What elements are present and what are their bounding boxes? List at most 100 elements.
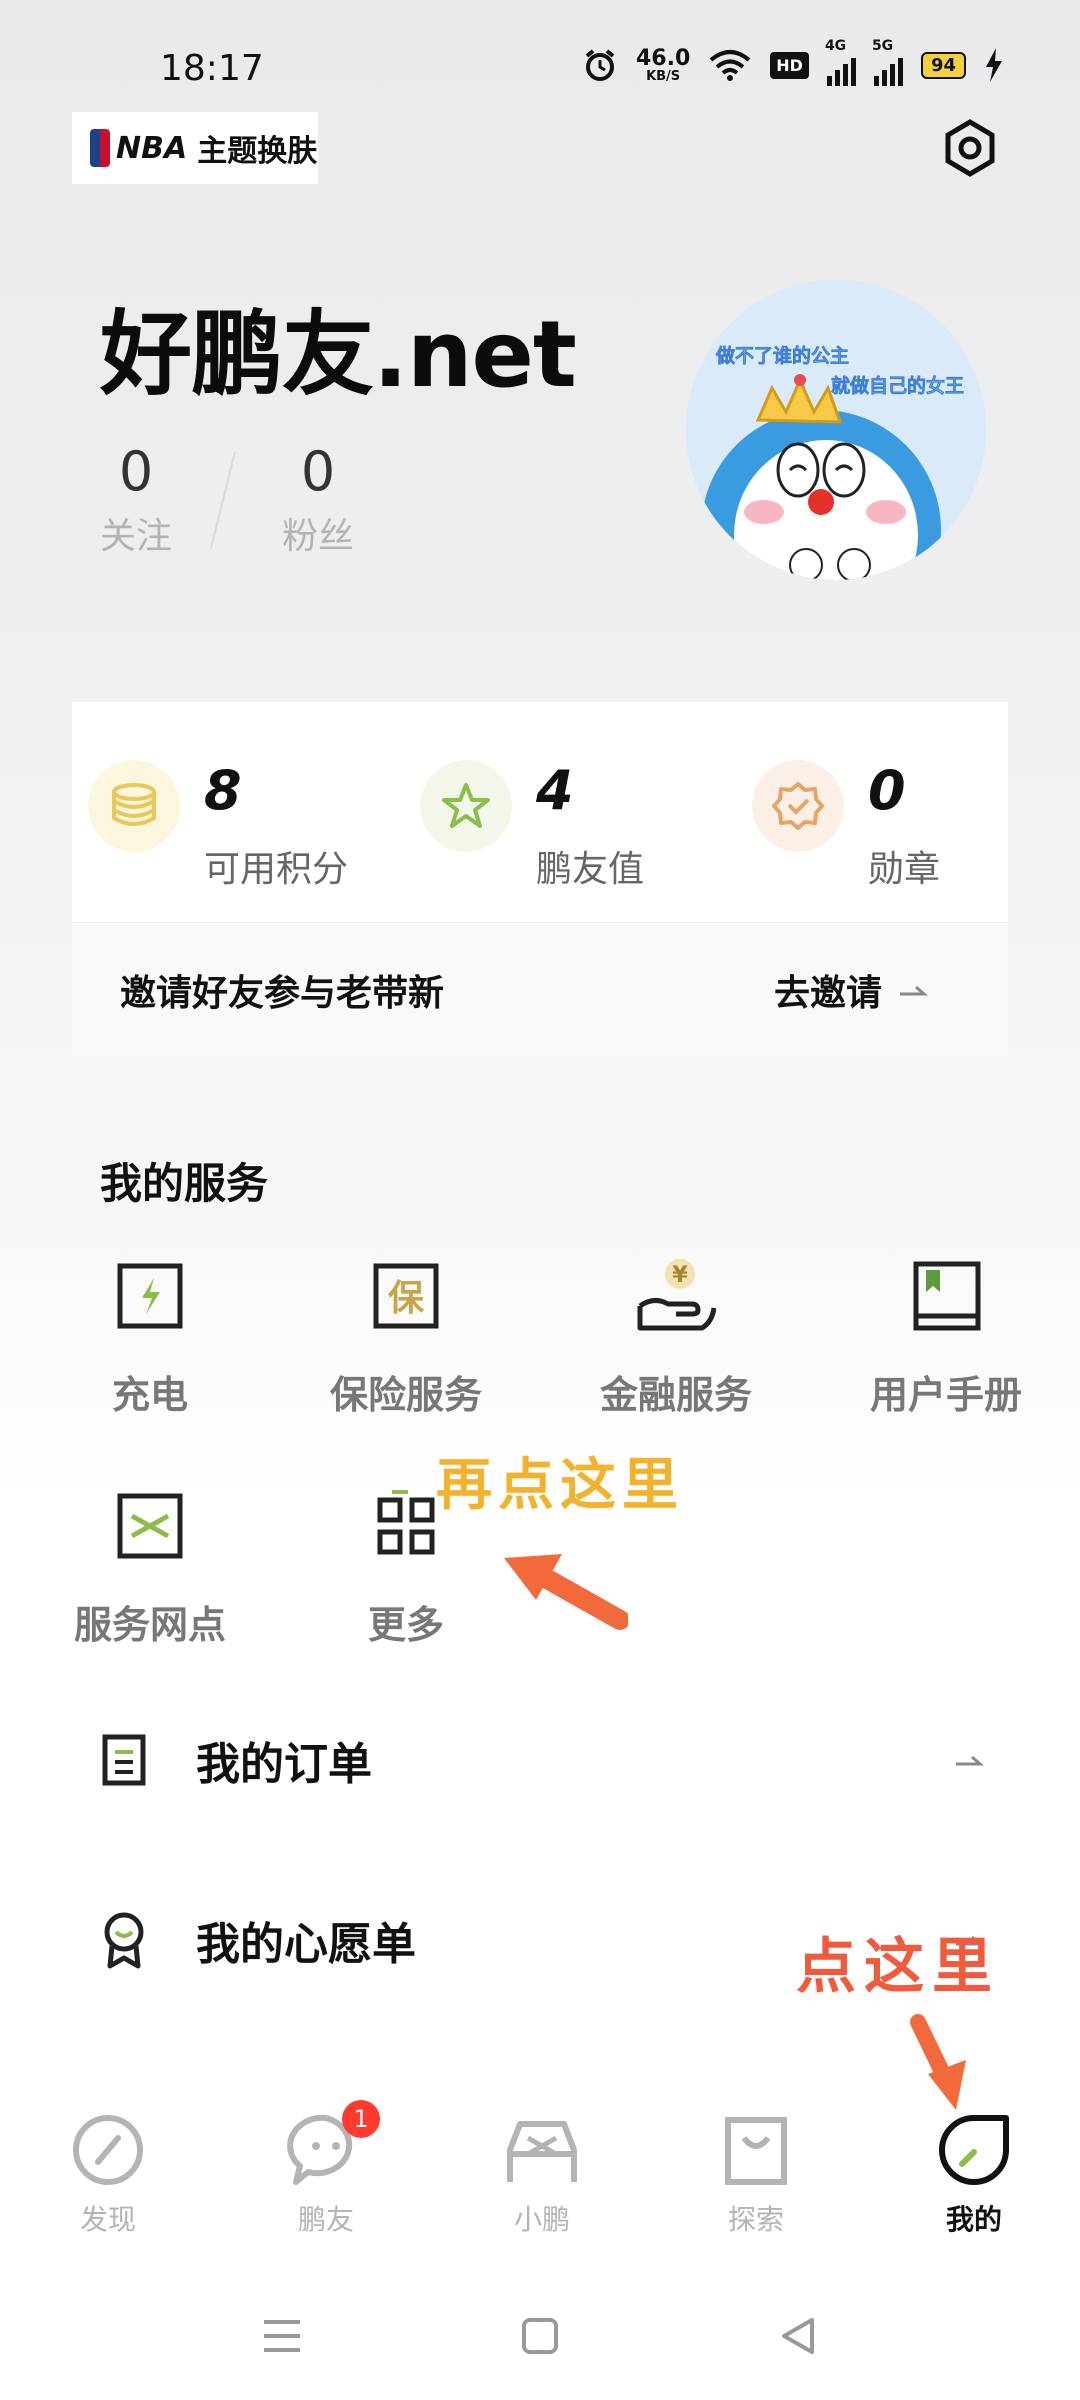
tab-discover[interactable]: 发现	[38, 2110, 178, 2238]
tab-xpeng[interactable]: 小鹏	[472, 2110, 612, 2238]
shopping-bag-icon	[725, 2117, 787, 2185]
grid-icon	[377, 1490, 435, 1555]
followers-count: 0	[300, 440, 336, 503]
service-outlets[interactable]: 服务网点	[30, 1486, 270, 1649]
wifi-icon	[709, 50, 751, 81]
star-icon	[442, 783, 490, 828]
metric-friend-icon-wrap	[420, 760, 512, 852]
status-time: 18:17	[160, 48, 264, 89]
chat-icon-wrap: 1	[286, 2100, 380, 2190]
metric-points-label: 可用积分	[204, 849, 349, 890]
car-icon	[507, 2121, 577, 2182]
metric-medals[interactable]: 0 勋章	[752, 760, 940, 892]
theme-skin-chip[interactable]: NBA 主题换肤	[72, 112, 318, 184]
stat-divider	[209, 451, 237, 549]
status-icons: 46.0 KB/S HD 4G 5G 94	[582, 38, 1004, 86]
metrics-card: 8 可用积分 4 鹏友值 0 勋章 邀请好友参与老带新 去邀请	[72, 702, 1008, 1056]
insurance-icon: 保	[373, 1263, 439, 1329]
metric-points-value: 8	[204, 759, 242, 822]
annotation-arrow-more	[504, 1554, 628, 1630]
services-title: 我的服务	[100, 1159, 269, 1208]
tab-friends-label: 鹏友	[297, 2203, 354, 2236]
service-point-icon	[117, 1493, 183, 1559]
me-icon	[939, 2115, 1009, 2185]
settings-icon[interactable]	[940, 118, 1000, 178]
avatar-caption-1: 做不了谁的公主	[715, 344, 849, 367]
arrow-right-icon	[956, 1755, 984, 1766]
invite-text: 邀请好友参与老带新	[120, 972, 445, 1014]
metric-medals-value: 0	[868, 759, 906, 822]
metric-points-icon-wrap	[88, 760, 180, 852]
followers-stat[interactable]: 0 粉丝	[258, 440, 378, 559]
annotation-arrow-me	[910, 2014, 966, 2110]
wishlist-icon	[104, 1912, 144, 1969]
service-manual[interactable]: 用户手册	[826, 1256, 1066, 1419]
tab-explore-label: 探索	[727, 2203, 784, 2236]
my-wishlist-label: 我的心愿单	[196, 1919, 416, 1970]
followers-label: 粉丝	[281, 516, 354, 557]
tab-xpeng-label: 小鹏	[513, 2203, 570, 2236]
nba-logo-icon	[90, 129, 110, 167]
service-finance[interactable]: ¥ 金融服务	[556, 1256, 796, 1419]
avatar-caption-2: 就做自己的女王	[831, 374, 964, 397]
metric-friend-value-label: 鹏友值	[536, 849, 645, 890]
metric-points[interactable]: 8 可用积分	[88, 760, 348, 892]
manual-icon	[913, 1261, 981, 1331]
service-insurance[interactable]: 保 保险服务	[286, 1256, 526, 1419]
home-icon[interactable]	[510, 2306, 570, 2366]
signal-5g-label: 5G	[871, 38, 894, 54]
avatar[interactable]: 做不了谁的公主 就做自己的女王	[686, 280, 986, 580]
invite-row[interactable]: 邀请好友参与老带新 去邀请	[72, 922, 1008, 1056]
service-charging-label: 充电	[111, 1373, 188, 1417]
metric-friend-value[interactable]: 4 鹏友值	[420, 760, 644, 892]
battery-level: 94	[920, 51, 966, 79]
following-stat[interactable]: 0 关注	[76, 440, 196, 559]
following-count: 0	[118, 440, 154, 503]
charging-bolt-icon	[986, 48, 1002, 82]
hd-badge: HD	[770, 51, 809, 79]
theme-skin-label: 主题换肤	[197, 134, 318, 169]
following-label: 关注	[99, 516, 172, 557]
net-speed: 46.0 KB/S	[635, 45, 691, 84]
service-outlets-label: 服务网点	[73, 1603, 226, 1647]
service-finance-label: 金融服务	[599, 1373, 752, 1417]
friends-badge: 1	[342, 2100, 380, 2138]
coins-icon	[112, 783, 156, 826]
invite-button-label: 去邀请	[773, 972, 882, 1014]
invite-button[interactable]: 去邀请	[774, 964, 928, 1016]
service-charging[interactable]: 充电	[30, 1256, 270, 1419]
tab-explore[interactable]: 探索	[686, 2110, 826, 2238]
tab-discover-label: 发现	[79, 2203, 136, 2236]
avatar-illustration: 做不了谁的公主 就做自己的女王	[686, 280, 986, 580]
tab-me[interactable]: 我的	[904, 2110, 1044, 2238]
finance-icon: ¥	[637, 1259, 717, 1331]
tab-me-label: 我的	[945, 2203, 1002, 2236]
annotation-more-hint: 再点这里	[436, 1452, 684, 1518]
signal-4g-label: 4G	[824, 38, 847, 54]
my-orders-row[interactable]: 我的订单	[100, 1720, 1000, 1800]
orders-icon	[102, 1734, 146, 1786]
finance-glyph: ¥	[672, 1263, 688, 1288]
discover-icon	[73, 2115, 143, 2185]
signal-5g: 5G	[872, 38, 903, 86]
arrow-right-icon	[900, 985, 928, 995]
tab-friends[interactable]: 1 鹏友	[256, 2100, 396, 2238]
service-manual-label: 用户手册	[869, 1373, 1022, 1417]
menu-icon[interactable]	[252, 2306, 312, 2366]
service-insurance-label: 保险服务	[329, 1373, 482, 1417]
username: 好鹏友.net	[100, 301, 577, 408]
alarm-icon	[585, 49, 615, 81]
service-more-label: 更多	[367, 1603, 444, 1647]
signal-4g: 4G	[825, 38, 856, 86]
insurance-glyph: 保	[388, 1278, 425, 1319]
metric-friend-value-number: 4	[536, 759, 574, 822]
nba-logo-text: NBA	[116, 130, 188, 166]
back-icon[interactable]	[768, 2306, 828, 2366]
net-speed-unit: KB/S	[646, 68, 681, 84]
metric-medals-icon-wrap	[752, 760, 844, 852]
my-orders-label: 我的订单	[196, 1739, 372, 1790]
metric-medals-label: 勋章	[868, 849, 941, 890]
annotation-me-hint: 点这里	[796, 1932, 1000, 2002]
charging-icon	[117, 1263, 183, 1329]
net-speed-value: 46.0	[635, 45, 691, 71]
